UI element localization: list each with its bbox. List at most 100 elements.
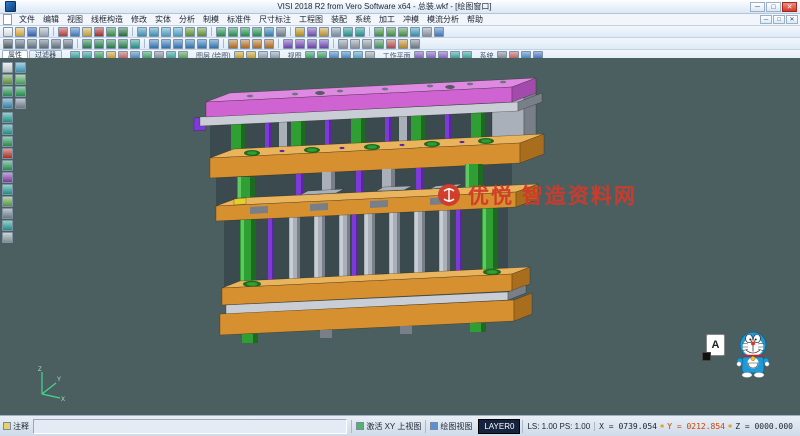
rotate-view-icon[interactable] [197,27,207,37]
sweep-icon[interactable] [252,39,262,49]
doc-minimize-button[interactable]: ─ [760,15,772,24]
view-top-icon[interactable] [15,86,26,97]
mask-wireframe-icon[interactable] [398,27,408,37]
section-view-icon[interactable] [2,160,13,171]
menu-item-3[interactable]: 视图 [63,14,87,25]
pattern-icon[interactable] [362,39,372,49]
wireframe-mode-icon[interactable] [276,27,286,37]
zoom-previous-icon[interactable] [2,124,13,135]
boolean-union-icon[interactable] [283,39,293,49]
view-top-icon[interactable] [216,27,226,37]
menu-item-2[interactable]: 编辑 [39,14,63,25]
view-side-icon[interactable] [240,27,250,37]
copy-icon[interactable] [70,27,80,37]
menu-item-8[interactable]: 制模 [199,14,223,25]
undo-icon[interactable] [106,27,116,37]
line-icon[interactable] [15,39,25,49]
note-icon[interactable] [3,422,11,430]
menu-item-15[interactable]: 冲模 [399,14,423,25]
snap-toggle-icon[interactable] [2,196,13,207]
view-iso-icon[interactable] [252,27,262,37]
minimize-button[interactable]: ─ [750,2,765,12]
refresh-icon[interactable] [410,27,420,37]
menu-item-5[interactable]: 修改 [127,14,151,25]
layer-quick-icon[interactable] [2,184,13,195]
mask-solids-icon[interactable] [374,27,384,37]
calculator-icon[interactable] [422,27,432,37]
rectangle-icon[interactable] [51,39,61,49]
menu-item-10[interactable]: 尺寸标注 [255,14,295,25]
menu-item-9[interactable]: 标准件 [223,14,255,25]
menu-item-13[interactable]: 系统 [351,14,375,25]
menu-item-1[interactable]: 文件 [15,14,39,25]
feature-tree-icon[interactable] [374,39,384,49]
close-button[interactable]: ✕ [782,2,797,12]
boolean-subtract-icon[interactable] [295,39,305,49]
viewport-3d[interactable]: 优悦 智造资料网 Z X Y A [0,58,800,416]
point-icon[interactable] [3,39,13,49]
shaded-mode-icon[interactable] [264,27,274,37]
menu-item-6[interactable]: 实体 [151,14,175,25]
save-file-icon[interactable] [27,27,37,37]
menu-item-17[interactable]: 帮助 [463,14,487,25]
move-icon[interactable] [149,39,159,49]
pan-icon[interactable] [185,27,195,37]
loft-icon[interactable] [264,39,274,49]
zoom-dynamic-icon[interactable] [15,62,26,73]
boolean-intersect-icon[interactable] [307,39,317,49]
display-settings-icon[interactable] [2,232,13,243]
revolve-icon[interactable] [240,39,250,49]
mirror-icon[interactable] [185,39,195,49]
workplane-indicator[interactable]: 激活 XY 上视图 [351,420,425,433]
menu-item-4[interactable]: 线框构造 [87,14,127,25]
shaded-display-icon[interactable] [2,98,13,109]
scale-icon[interactable] [197,39,207,49]
zoom-fit-icon[interactable] [173,27,183,37]
zoom-out-icon[interactable] [149,27,159,37]
wireframe-display-icon[interactable] [15,98,26,109]
workplane-icon[interactable] [307,27,317,37]
material-icon[interactable] [386,39,396,49]
select-tool-icon[interactable] [2,62,13,73]
view-isometric-icon[interactable] [2,86,13,97]
menu-item-14[interactable]: 加工 [375,14,399,25]
new-file-icon[interactable] [3,27,13,37]
extend-icon[interactable] [94,39,104,49]
hole-wizard-icon[interactable] [338,39,348,49]
redo-icon[interactable] [118,27,128,37]
cut-icon[interactable] [58,27,68,37]
snap-settings-icon[interactable] [319,27,329,37]
grid-icon[interactable] [331,27,341,37]
circle-icon[interactable] [39,39,49,49]
color-swatch[interactable] [702,352,711,361]
render-icon[interactable] [398,39,408,49]
print-icon[interactable] [39,27,49,37]
measure-icon[interactable] [343,27,353,37]
menu-item-16[interactable]: 模流分析 [423,14,463,25]
zoom-extents-icon[interactable] [2,112,13,123]
command-area[interactable] [33,419,347,434]
shell-icon[interactable] [319,39,329,49]
dimension-icon[interactable] [355,27,365,37]
menu-item-12[interactable]: 装配 [327,14,351,25]
offset-icon[interactable] [130,39,140,49]
thread-icon[interactable] [350,39,360,49]
copy-geometry-icon[interactable] [161,39,171,49]
rotate-icon[interactable] [173,39,183,49]
zoom-window-icon[interactable] [161,27,171,37]
extrude-icon[interactable] [228,39,238,49]
maximize-button[interactable]: □ [766,2,781,12]
chamfer-icon[interactable] [118,39,128,49]
doc-restore-button[interactable]: □ [773,15,785,24]
open-file-icon[interactable] [15,27,25,37]
array-icon[interactable] [209,39,219,49]
view-front-icon[interactable] [228,27,238,37]
erase-marks-icon[interactable] [2,148,13,159]
menu-item-7[interactable]: 分析 [175,14,199,25]
view-indicator[interactable]: 绘图视图 [425,420,476,433]
mask-surfaces-icon[interactable] [386,27,396,37]
clip-plane-icon[interactable] [2,172,13,183]
spline-icon[interactable] [63,39,73,49]
options-icon[interactable] [410,39,420,49]
arc-icon[interactable] [27,39,37,49]
